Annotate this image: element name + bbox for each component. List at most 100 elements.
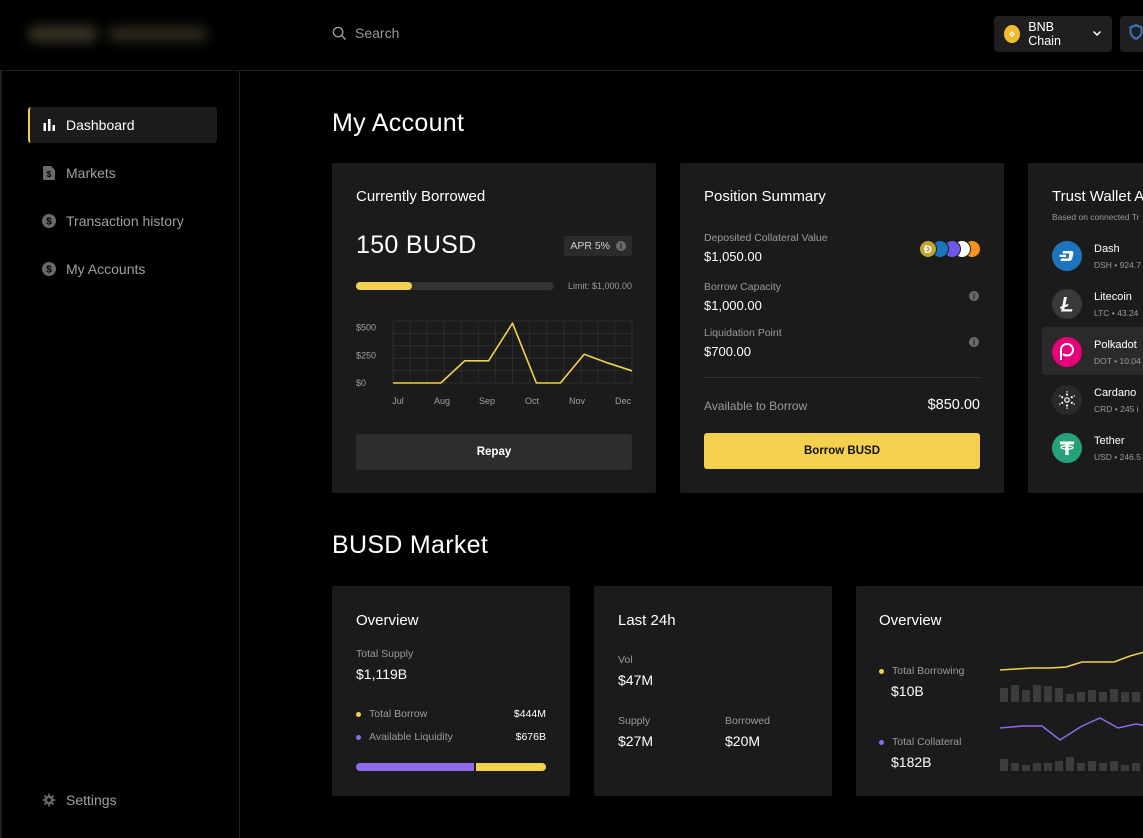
legend-dot xyxy=(879,739,884,745)
liquidity-segment xyxy=(356,763,474,771)
bar-chart-icon xyxy=(42,118,56,132)
legend-label: Total Borrowing xyxy=(892,665,965,677)
card-title: Position Summary xyxy=(704,188,826,205)
card-title: Overview xyxy=(356,612,419,629)
legend-label: Available Liquidity xyxy=(369,731,453,743)
y-tick-label: $500 xyxy=(356,323,376,333)
borrow-progress-fill xyxy=(356,282,413,290)
y-tick-label: $250 xyxy=(356,350,376,360)
sidebar-item-dashboard[interactable]: Dashboard xyxy=(28,107,217,143)
card-title: Last 24h xyxy=(618,612,676,629)
x-tick-label: Nov xyxy=(569,396,586,406)
liquidation-value: $700.00 xyxy=(704,344,751,359)
info-icon[interactable]: i xyxy=(616,241,626,251)
vol-value: $47M xyxy=(618,672,654,688)
divider xyxy=(704,377,980,378)
available-liquidity-label: Available Liquidity xyxy=(356,731,453,743)
x-tick-label: Sep xyxy=(479,396,495,406)
capacity-label: Borrow Capacity xyxy=(704,281,782,293)
vol-label: Vol xyxy=(618,654,633,666)
sidebar-item-label: Transaction history xyxy=(66,213,184,229)
sidebar-item-label: My Accounts xyxy=(66,261,146,277)
position-summary-card: Position Summary Deposited Collateral Va… xyxy=(680,163,1004,493)
svg-text:Ð: Ð xyxy=(924,244,932,256)
legend-label: Total Borrow xyxy=(369,708,428,720)
app-logo[interactable] xyxy=(24,22,208,46)
sidebar-item-label: Markets xyxy=(66,165,116,181)
asset-detail: CRD • 245 i xyxy=(1094,404,1139,414)
total-collateral-label: Total Collateral xyxy=(879,736,961,748)
total-supply-value: $1,119B xyxy=(356,666,408,682)
litecoin-icon xyxy=(1052,289,1082,319)
total-borrow-value: $444M xyxy=(513,708,546,720)
list-item[interactable]: Polkadot DOT • 10.04 xyxy=(1028,335,1143,383)
asset-detail: USD • 246.5 xyxy=(1094,452,1141,462)
available-liquidity-value: $676B xyxy=(515,731,546,743)
shield-icon xyxy=(1128,23,1143,46)
available-label: Available to Borrow xyxy=(704,399,808,413)
info-icon[interactable]: i xyxy=(969,291,979,301)
legend-dot xyxy=(879,668,884,674)
apr-badge: APR 5% i xyxy=(564,236,632,256)
asset-name: Cardano xyxy=(1094,387,1137,399)
card-title: Overview xyxy=(879,612,942,629)
asset-detail: DSH • 924.7 xyxy=(1094,260,1141,270)
list-item[interactable]: Tether USD • 246.5 xyxy=(1028,431,1143,479)
search-input[interactable]: Search xyxy=(332,25,399,41)
chain-selector[interactable]: BNB Chain xyxy=(994,16,1112,52)
x-tick-label: Dec xyxy=(615,396,632,406)
borrow-progress-bar xyxy=(356,282,554,290)
sidebar-item-transaction-history[interactable]: $ Transaction history xyxy=(28,203,217,239)
asset-name: Tether xyxy=(1094,435,1125,447)
card-title: Trust Wallet A xyxy=(1052,188,1143,205)
market-overview-trends-card: Overview Total Borrowing $10B Total Coll… xyxy=(856,586,1143,796)
borrow-segment xyxy=(475,763,546,771)
available-value: $850.00 xyxy=(927,397,980,413)
sidebar-item-my-accounts[interactable]: $ My Accounts xyxy=(28,251,217,287)
search-icon xyxy=(332,26,347,41)
borrow-limit: Limit: $1,000.00 xyxy=(567,281,632,291)
sidebar-item-label: Dashboard xyxy=(66,117,135,133)
sidebar-item-markets[interactable]: $ Markets xyxy=(28,155,217,191)
asset-name: Litecoin xyxy=(1094,291,1132,303)
x-tick-label: Oct xyxy=(525,396,540,406)
legend-dot xyxy=(356,711,361,717)
total-borrow-label: Total Borrow xyxy=(356,708,427,720)
x-tick-label: Jul xyxy=(392,396,404,406)
cardano-icon xyxy=(1052,385,1082,415)
sidebar-item-settings[interactable]: Settings xyxy=(28,782,217,818)
borrowed-amount: 150 BUSD xyxy=(356,231,477,259)
legend-label: Total Collateral xyxy=(892,736,962,748)
svg-text:$: $ xyxy=(47,170,52,179)
apr-label: APR 5% xyxy=(570,240,610,252)
list-item[interactable]: Dash DSH • 924.7 xyxy=(1028,239,1143,287)
bnb-icon xyxy=(1004,25,1021,43)
document-icon: $ xyxy=(42,166,56,180)
page-title: My Account xyxy=(332,109,465,137)
sidebar-item-label: Settings xyxy=(66,792,117,808)
x-tick-label: Aug xyxy=(434,396,450,406)
svg-text:$: $ xyxy=(46,265,52,276)
repay-button[interactable]: Repay xyxy=(356,434,632,470)
dollar-circle-icon: $ xyxy=(42,262,56,276)
trust-wallet-card: Trust Wallet A Based on connected Tr Das… xyxy=(1028,163,1143,493)
tether-icon xyxy=(1052,433,1082,463)
total-supply-label: Total Supply xyxy=(356,648,414,660)
section-title: BUSD Market xyxy=(332,531,489,559)
last-24h-card: Last 24h Vol $47M Supply $27M Borrowed $… xyxy=(594,586,832,796)
asset-name: Dash xyxy=(1094,243,1120,255)
supply-split-bar xyxy=(356,763,546,771)
collateral-value: $1,050.00 xyxy=(704,249,762,264)
info-icon[interactable]: i xyxy=(969,337,979,347)
borrowing-sparkline xyxy=(1000,651,1143,702)
borrowed-value: $20M xyxy=(725,733,761,749)
search-placeholder: Search xyxy=(355,25,400,41)
total-borrowing-value: $10B xyxy=(891,683,924,699)
list-item[interactable]: Cardano CRD • 245 i xyxy=(1028,383,1143,431)
polkadot-icon xyxy=(1052,337,1082,367)
currently-borrowed-card: Currently Borrowed 150 BUSD APR 5% i Lim… xyxy=(332,163,656,493)
asset-detail: DOT • 10.04 xyxy=(1094,356,1141,366)
supply-value: $27M xyxy=(618,733,654,749)
wallet-button[interactable] xyxy=(1120,16,1143,52)
borrow-busd-button[interactable]: Borrow BUSD xyxy=(704,433,980,469)
